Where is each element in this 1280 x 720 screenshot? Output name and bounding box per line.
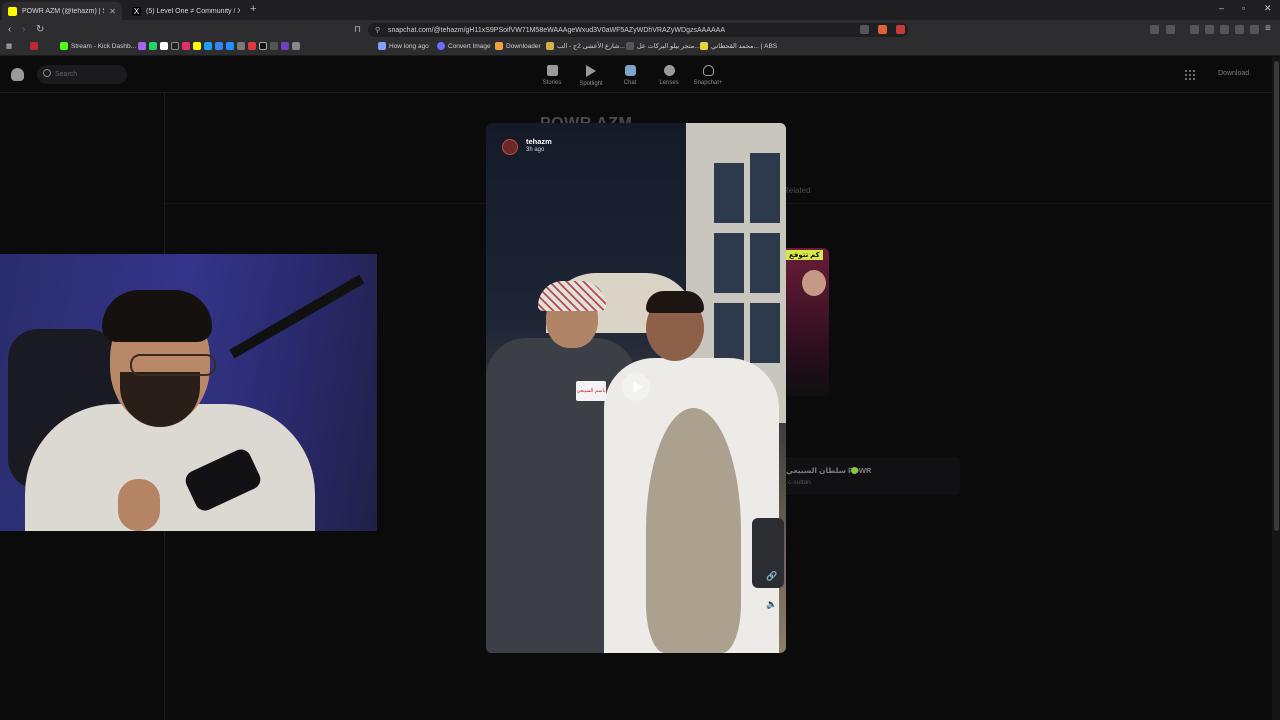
nav-lenses[interactable]: Lenses — [651, 65, 687, 86]
snapchat-ghost-icon[interactable] — [11, 68, 24, 81]
search-icon — [43, 69, 51, 77]
search-placeholder: Search — [55, 71, 78, 78]
abs-icon — [700, 42, 708, 50]
bookmark-icon-row[interactable] — [138, 42, 300, 50]
mute-icon[interactable]: 🔈 — [766, 599, 777, 610]
nav-chat[interactable]: Chat — [612, 65, 648, 86]
media-icon[interactable] — [1190, 25, 1199, 34]
x-favicon-icon: X — [132, 6, 141, 16]
wallet-icon[interactable] — [1220, 25, 1229, 34]
back-icon[interactable]: ‹ — [8, 24, 11, 35]
snapchat-plus-icon — [702, 65, 714, 76]
scrollbar[interactable] — [1272, 57, 1280, 720]
chat-icon — [624, 65, 636, 76]
play-icon[interactable] — [622, 373, 650, 401]
bookmark-abs[interactable]: محمد القحطاني... | ABS — [700, 42, 777, 50]
bookmark-street[interactable]: شارع الأعشى 2ج - الب... — [546, 42, 625, 50]
mic-arm — [229, 274, 365, 359]
lenses-icon — [663, 65, 675, 76]
scrollbar-thumb[interactable] — [1274, 61, 1279, 531]
url-text: snapchat.com/@tehazm/gH11xS9PSoifVW71M58… — [388, 26, 726, 34]
bookmark-downloader[interactable]: Downloader — [495, 42, 541, 50]
url-field[interactable]: ⚲ snapchat.com/@tehazm/gH11xS9PSoifVW71M… — [368, 23, 908, 37]
tab-title: POWR AZM (@tehazm) | Snapch — [22, 7, 104, 15]
store-icon — [626, 42, 634, 50]
download-button[interactable]: Download — [1218, 70, 1249, 77]
snapchat-top-nav: Search Stories Spotlight Chat Lenses Sna… — [0, 57, 1272, 93]
sidebar-icon[interactable] — [1205, 25, 1214, 34]
share-icon[interactable] — [860, 25, 869, 34]
story-thumbnail[interactable]: كم تتوقع — [786, 248, 829, 396]
story-timestamp: 3h ago — [526, 147, 545, 153]
link-icon[interactable]: 🔗 — [766, 571, 777, 582]
stories-icon — [546, 65, 558, 76]
extension-icon[interactable] — [1150, 25, 1159, 34]
suggested-name: سلطان السبيعي POWR — [786, 466, 872, 475]
person-right-hair — [646, 291, 704, 313]
reload-icon[interactable]: ↻ — [36, 24, 44, 35]
convert-icon — [437, 42, 445, 50]
close-window-icon[interactable]: ✕ — [1264, 3, 1272, 14]
bookmark-kick-stream[interactable]: Stream - Kick Dashb... — [60, 42, 136, 50]
tab-x-community[interactable]: X (5) Level One ≠ Community / X — [126, 2, 246, 20]
snapchat-favicon-icon — [8, 6, 17, 16]
bookmarks-bar: ▦ Stream - Kick Dashb... How long ago Co… — [0, 40, 1280, 56]
apps-icon[interactable]: ▦ — [6, 42, 12, 50]
tab-strip: POWR AZM (@tehazm) | Snapch ✕ X (5) Leve… — [0, 0, 1280, 20]
thumbnail-face — [802, 270, 826, 296]
nav-snapchat-plus[interactable]: Snapchat+ — [690, 65, 726, 86]
shemagh — [538, 281, 606, 311]
bookmark-favicon-icon[interactable] — [30, 42, 38, 50]
suggested-username: c-sultan — [788, 479, 811, 486]
downloader-icon — [495, 42, 503, 50]
webcam-glasses — [130, 354, 216, 376]
search-input[interactable]: Search — [37, 65, 127, 84]
tab-search-icon[interactable] — [1166, 25, 1175, 34]
webcam-hair — [102, 290, 212, 342]
spotlight-icon — [586, 65, 596, 77]
menu-icon[interactable]: ≡ — [1265, 23, 1271, 34]
site-info-icon[interactable]: ⚲ — [375, 26, 380, 34]
bookmark-convert-image[interactable]: Convert Image — [437, 42, 491, 50]
bookmark-store[interactable]: متجر بيلو البركات عل... — [626, 42, 700, 50]
brave-rewards-icon[interactable] — [896, 25, 905, 34]
minimize-icon[interactable]: – — [1219, 3, 1224, 13]
new-tab-icon[interactable]: + — [250, 3, 256, 15]
leo-icon[interactable] — [1235, 25, 1244, 34]
vpn-icon[interactable] — [1250, 25, 1259, 34]
brave-shield-icon[interactable] — [878, 25, 887, 34]
shadow-figure — [646, 408, 741, 653]
mic-flag: باسم السبيعي — [576, 381, 606, 401]
more-options-icon[interactable]: ⋯ — [766, 623, 775, 634]
bookmark-how-long-ago[interactable]: How long ago — [378, 42, 429, 50]
webcam-hand — [118, 479, 160, 531]
thumbnail-caption: كم تتوقع — [786, 250, 823, 260]
webcam-overlay — [0, 254, 377, 531]
story-viewer[interactable]: باسم السبيعي tehazm 3h ago 🔗 🔈 ⋯ — [486, 123, 786, 653]
tab-title: (5) Level One ≠ Community / X — [146, 7, 240, 15]
bookmark-icon[interactable]: ⊓ — [354, 24, 361, 35]
verified-badge-icon — [851, 467, 858, 474]
maximize-icon[interactable]: ▫ — [1242, 3, 1245, 13]
nav-stories[interactable]: Stories — [534, 65, 570, 86]
apps-grid-icon[interactable] — [1184, 69, 1196, 81]
tab-related[interactable]: Related — [783, 186, 811, 195]
story-username[interactable]: tehazm — [526, 137, 552, 146]
suggested-profile-card[interactable]: سلطان السبيعي POWR c-sultan — [780, 457, 960, 495]
address-bar-row: ‹ › ↻ ⊓ ⚲ snapchat.com/@tehazm/gH11xS9PS… — [0, 20, 1280, 40]
clock-icon — [378, 42, 386, 50]
map-icon — [546, 42, 554, 50]
forward-icon[interactable]: › — [22, 24, 25, 35]
tab-snapchat[interactable]: POWR AZM (@tehazm) | Snapch ✕ — [2, 2, 122, 20]
kick-icon — [60, 42, 68, 50]
close-tab-icon[interactable]: ✕ — [109, 7, 116, 16]
story-header: tehazm 3h ago — [486, 123, 786, 163]
story-avatar[interactable] — [502, 139, 518, 155]
nav-spotlight[interactable]: Spotlight — [573, 65, 609, 87]
